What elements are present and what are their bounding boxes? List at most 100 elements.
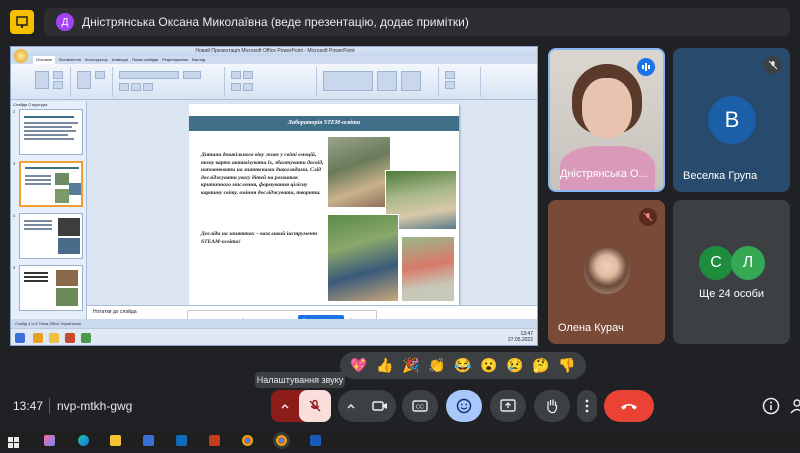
windows-taskbar	[0, 432, 800, 449]
ribbon-group-drawing	[319, 67, 439, 97]
file-explorer-icon[interactable]	[110, 435, 121, 446]
camera-control	[338, 390, 396, 422]
ppt-office-button	[14, 49, 28, 63]
reaction-clap[interactable]: 👏	[428, 357, 445, 374]
reaction-heart[interactable]: 💖	[350, 357, 367, 374]
slide-title: Лабораторія STEM-освіти	[189, 116, 459, 131]
shapes-gallery	[323, 71, 373, 91]
copilot-icon[interactable]	[44, 435, 55, 446]
reaction-surprised[interactable]: 😮	[480, 357, 497, 374]
speaking-indicator-icon	[637, 58, 655, 76]
meeting-info-button[interactable]	[762, 397, 780, 415]
slide-photo	[327, 136, 391, 208]
ribbon-group-clipboard	[31, 67, 71, 97]
leave-call-button[interactable]	[604, 390, 654, 422]
browser-icon	[33, 333, 43, 343]
slide-thumb-row: 3	[13, 161, 85, 209]
ribbon-group-font	[115, 67, 225, 97]
reaction-thinking[interactable]: 🤔	[532, 357, 549, 374]
mic-off-icon	[639, 208, 657, 226]
reactions-bar: 💖 👍 🎉 👏 😂 😮 😢 🤔 👎	[340, 352, 586, 379]
start-icon	[15, 333, 25, 343]
info-icon	[762, 397, 780, 415]
reaction-thumbs-up[interactable]: 👍	[376, 357, 393, 374]
meeting-separator	[49, 398, 50, 414]
raise-hand-button[interactable]	[534, 390, 570, 422]
mic-toggle-button[interactable]	[299, 390, 331, 422]
captions-button[interactable]: CC	[402, 390, 438, 422]
ppt-status-bar: Слайд 4 із 5 Тема Office Українська	[11, 319, 537, 328]
powerpoint-taskbar-icon[interactable]	[209, 435, 220, 446]
thumb-number: 2	[13, 109, 16, 114]
more-options-button[interactable]	[577, 390, 597, 422]
slide-thumb-row: 5	[13, 265, 85, 313]
emoji-reactions-button[interactable]	[446, 390, 482, 422]
inner-taskbar: 13:47 27.05.2022	[11, 328, 537, 345]
powerpoint-icon	[65, 333, 75, 343]
thumb-number: 3	[13, 161, 16, 166]
video-settings-button[interactable]	[338, 390, 364, 422]
edge-icon[interactable]	[78, 435, 89, 446]
chevron-up-icon	[347, 403, 355, 409]
reaction-laugh[interactable]: 😂	[454, 357, 471, 374]
store-icon[interactable]	[143, 435, 154, 446]
camera-toggle-button[interactable]	[364, 390, 396, 422]
windows-start-icon[interactable]	[8, 435, 19, 448]
ppt-tab: Конструктор	[84, 57, 108, 62]
camera-icon	[372, 401, 387, 411]
ppt-tab: Показ слайдів	[131, 57, 159, 62]
participant-face	[582, 78, 632, 138]
chrome-icon[interactable]	[242, 435, 253, 446]
captions-icon: CC	[412, 400, 428, 412]
reaction-party[interactable]: 🎉	[402, 357, 419, 374]
outlook-icon[interactable]	[176, 435, 187, 446]
ribbon-group-slides	[73, 67, 113, 97]
meeting-code: nvp-mtkh-gwg	[57, 399, 133, 413]
current-slide: Лабораторія STEM-освіти Дитина дошкільно…	[189, 104, 459, 307]
align-left-icon	[231, 83, 241, 91]
paste-icon	[35, 71, 49, 89]
slide-thumbnail-selected	[19, 161, 83, 207]
slide-paragraph: Дитина дошкільного віку живе у світі емо…	[201, 152, 324, 196]
copy-icon	[53, 81, 63, 89]
shared-screen: Новий Презентація Microsoft Office Power…	[10, 46, 538, 346]
participant-name: Дністрянська О...	[560, 168, 648, 180]
call-end-icon	[621, 404, 637, 410]
slide-thumb-row: 2	[13, 109, 85, 157]
ppt-ribbon	[11, 64, 537, 100]
inner-clock: 13:47 27.05.2022	[508, 331, 533, 343]
present-button[interactable]	[490, 390, 526, 422]
microphone-control	[271, 390, 331, 422]
underline-icon	[143, 83, 153, 91]
participant-name: Веселка Група	[683, 170, 758, 182]
ppt-title-bar: Новий Презентація Microsoft Office Power…	[11, 47, 537, 56]
ppt-ribbon-tabs: Основне Вставлення Конструктор Анімація …	[11, 56, 537, 64]
audio-settings-button[interactable]	[271, 390, 299, 422]
chrome-active-icon[interactable]	[273, 432, 290, 449]
bold-icon	[119, 83, 129, 91]
participant-avatar: Л	[731, 246, 765, 280]
participant-tile[interactable]: Олена Курач	[548, 200, 665, 344]
more-vert-icon	[585, 399, 589, 413]
reaction-thumbs-down[interactable]: 👎	[558, 357, 575, 374]
participant-tile-presenter[interactable]: Дністрянська О...	[548, 48, 665, 192]
bullets-icon	[231, 71, 241, 79]
app-icon	[81, 333, 91, 343]
slide-photo	[401, 236, 455, 302]
people-button[interactable]	[788, 397, 800, 415]
numbering-icon	[243, 71, 253, 79]
slide-photo	[327, 214, 399, 302]
panel-tabs: Слайди Структура	[13, 102, 48, 107]
word-icon[interactable]	[310, 435, 321, 446]
thumb-number: 4	[13, 213, 16, 218]
more-participants-tile[interactable]: C Л Ще 24 особи	[673, 200, 790, 344]
reaction-sad[interactable]: 😢	[506, 357, 523, 374]
italic-icon	[131, 83, 141, 91]
participant-tile[interactable]: B Веселка Група	[673, 48, 790, 192]
ribbon-group-paragraph	[227, 67, 317, 97]
cut-icon	[53, 71, 63, 79]
presenter-bar: Д Дністрянська Оксана Миколаївна (веде п…	[44, 8, 790, 36]
slide-thumbnail	[19, 109, 83, 155]
quick-styles-icon	[401, 71, 421, 91]
participant-avatar: C	[699, 246, 733, 280]
